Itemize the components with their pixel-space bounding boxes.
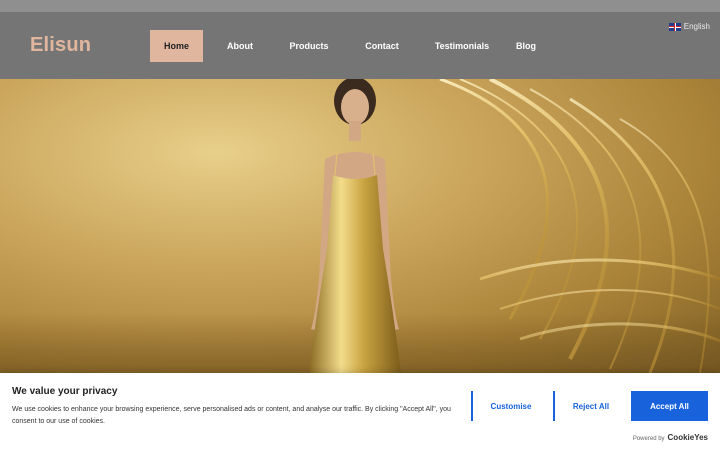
site-header: English Elisun Home About Products Conta… [0, 12, 720, 79]
cookie-consent-banner: We value your privacy We use cookies to … [0, 373, 720, 450]
cookieyes-logo: CookieYes [667, 433, 708, 442]
cookie-description: We use cookies to enhance your browsing … [12, 406, 451, 425]
nav-item-contact[interactable]: Contact [341, 30, 423, 62]
model-in-gold-dress-image [309, 79, 401, 373]
language-switcher[interactable]: English [668, 22, 710, 31]
nav-item-blog[interactable]: Blog [501, 30, 551, 62]
gold-swirls-graphic [439, 79, 720, 373]
powered-by-label: Powered by [632, 436, 665, 442]
uk-flag-icon [668, 22, 681, 31]
reject-all-button[interactable]: Reject All [553, 391, 627, 421]
main-nav: Home About Products Contact Testimonials… [150, 30, 551, 62]
customise-button[interactable]: Customise [471, 391, 549, 421]
nav-item-products[interactable]: Products [277, 30, 341, 62]
nav-item-about[interactable]: About [203, 30, 277, 62]
nav-item-home[interactable]: Home [150, 30, 203, 62]
powered-by[interactable]: Powered by CookieYes [633, 433, 708, 442]
cookie-title: We value your privacy [12, 386, 118, 397]
hero-banner [0, 79, 720, 373]
nav-item-testimonials[interactable]: Testimonials [423, 30, 501, 62]
accept-all-button[interactable]: Accept All [631, 391, 708, 421]
language-label: English [683, 22, 710, 31]
site-logo[interactable]: Elisun [30, 34, 91, 57]
top-strip [0, 0, 720, 12]
